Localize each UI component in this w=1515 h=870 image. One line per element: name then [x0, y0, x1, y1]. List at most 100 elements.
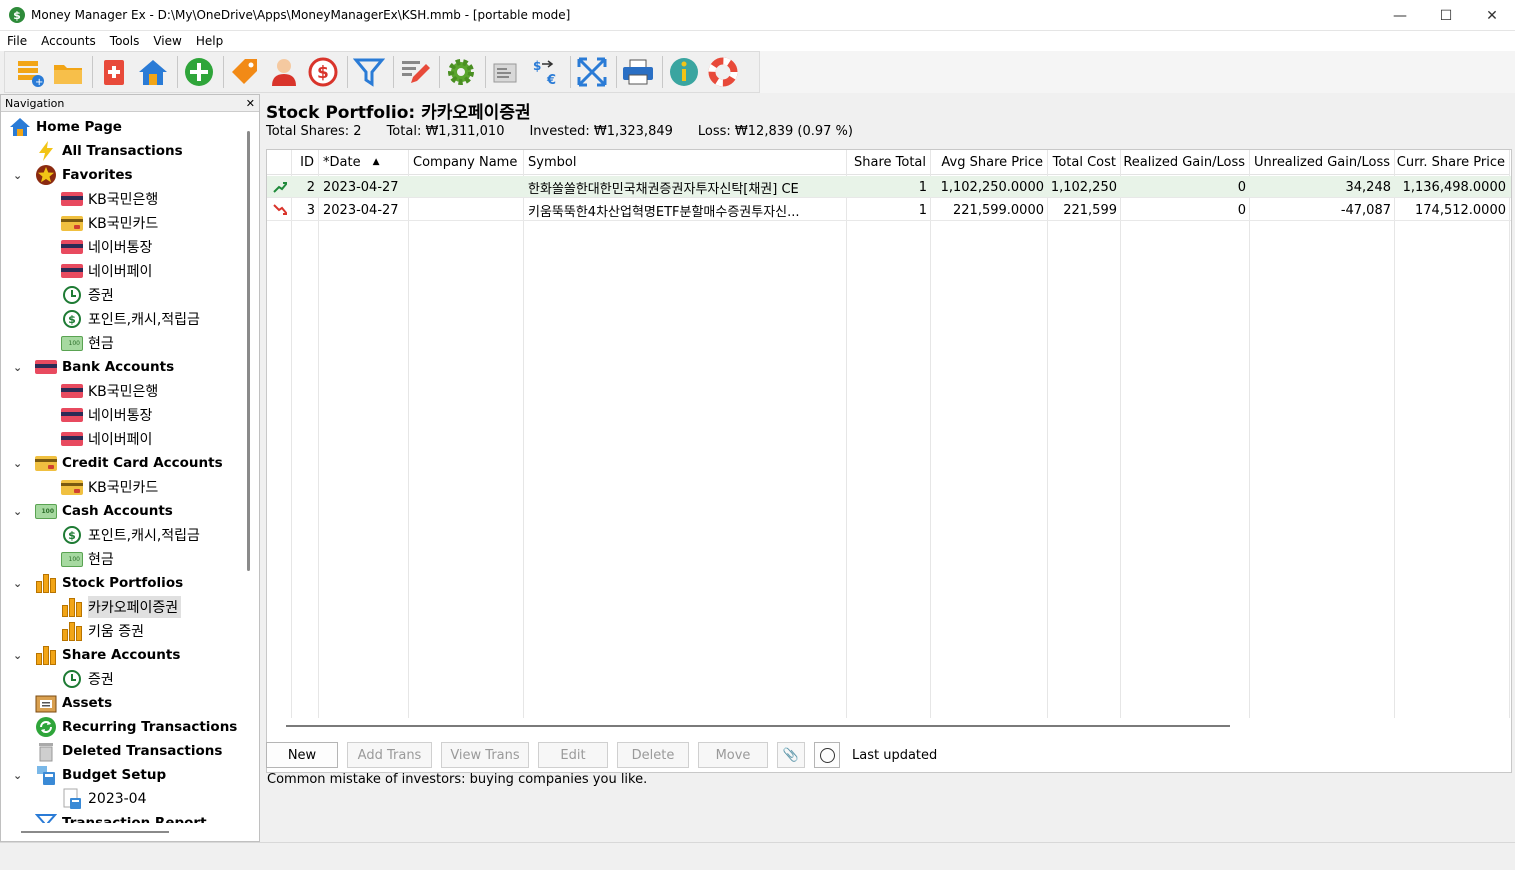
navigation-vertical-scrollbar[interactable] [247, 131, 250, 571]
edit-button[interactable]: Edit [538, 742, 608, 768]
nav-item[interactable]: 100 현금 [61, 331, 117, 355]
currency-dollar-icon[interactable]: $ [305, 54, 341, 90]
toolbar-separator [662, 56, 663, 88]
filter-icon [35, 812, 57, 823]
nav-item[interactable]: KB국민카드 [61, 211, 161, 235]
view-trans-button[interactable]: View Trans [441, 742, 529, 768]
chevron-down-icon[interactable]: ⌄ [13, 361, 23, 374]
menu-tools[interactable]: Tools [103, 34, 147, 48]
nav-item[interactable]: ⌄ Bank Accounts [13, 355, 177, 379]
nav-item[interactable]: KB국민카드 [61, 475, 161, 499]
toolbar-separator [347, 56, 348, 88]
nav-item[interactable]: 증권 [61, 667, 117, 691]
close-window-button[interactable]: ✕ [1469, 0, 1515, 31]
nav-item[interactable]: 네이버통장 [61, 235, 155, 259]
minimize-button[interactable]: — [1377, 0, 1423, 31]
column-header[interactable]: Company Name [409, 150, 524, 175]
open-folder-icon[interactable] [50, 54, 86, 90]
fullscreen-icon[interactable] [574, 54, 610, 90]
nav-item[interactable]: ⌄ Credit Card Accounts [13, 451, 226, 475]
nav-item[interactable]: $ 포인트,캐시,적립금 [61, 307, 203, 331]
edit-pencil-icon[interactable] [397, 54, 433, 90]
nav-item[interactable]: Transaction Report [35, 811, 210, 823]
toolbar-empty-area [760, 51, 1515, 93]
nav-item[interactable]: 네이버페이 [61, 259, 155, 283]
close-navigation-button[interactable]: ✕ [246, 97, 255, 110]
add-transaction-icon[interactable] [181, 54, 217, 90]
menu-view[interactable]: View [146, 34, 188, 48]
bank-card-icon [61, 380, 83, 402]
nav-item[interactable]: Assets [35, 691, 115, 715]
chevron-down-icon[interactable]: ⌄ [13, 505, 23, 518]
report-icon[interactable] [489, 54, 525, 90]
nav-item[interactable]: KB국민은행 [61, 187, 161, 211]
refresh-button[interactable] [814, 742, 840, 768]
table-cell: 1,102,250.0000 [940, 179, 1044, 195]
column-header[interactable]: Curr. Share Price [1395, 150, 1510, 175]
grid-horizontal-scrollbar[interactable] [286, 725, 1230, 727]
column-header[interactable]: Avg Share Price [931, 150, 1048, 175]
currency-exchange-icon[interactable]: $ € [528, 54, 564, 90]
column-header[interactable]: Share Total [847, 150, 931, 175]
column-header-label: Total Cost [1052, 154, 1116, 170]
nav-item[interactable]: Deleted Transactions [35, 739, 225, 763]
new-database-icon[interactable]: + [11, 54, 47, 90]
nav-item[interactable]: KB국민은행 [61, 379, 161, 403]
column-header[interactable]: Realized Gain/Loss [1121, 150, 1250, 175]
nav-item[interactable]: ⌄ Budget Setup [13, 763, 169, 787]
column-header[interactable]: ID [292, 150, 319, 175]
nav-item[interactable]: 2023-04 [61, 787, 150, 811]
nav-item[interactable]: ⌄ Stock Portfolios [13, 571, 186, 595]
nav-item[interactable]: 네이버통장 [61, 403, 155, 427]
print-icon[interactable] [620, 54, 656, 90]
column-header[interactable]: *Date ▲ [319, 150, 409, 175]
menu-accounts[interactable]: Accounts [34, 34, 103, 48]
menu-help[interactable]: Help [189, 34, 230, 48]
nav-item[interactable]: ⌄ 100 Cash Accounts [13, 499, 176, 523]
column-header[interactable]: Symbol [524, 150, 847, 175]
nav-item[interactable]: 네이버페이 [61, 427, 155, 451]
nav-item[interactable]: Recurring Transactions [35, 715, 240, 739]
column-header[interactable]: Unrealized Gain/Loss [1250, 150, 1395, 175]
column-header-trend[interactable] [267, 150, 292, 175]
stock-bars-icon [35, 644, 57, 666]
chevron-down-icon[interactable]: ⌄ [13, 169, 23, 182]
cash-icon: 100 [61, 332, 83, 354]
home-icon[interactable] [135, 54, 171, 90]
filter-icon[interactable] [351, 54, 387, 90]
category-tag-icon[interactable] [227, 54, 263, 90]
nav-item-label: 네이버통장 [88, 240, 153, 256]
nav-item[interactable]: ⌄ Favorites [13, 163, 136, 187]
column-header[interactable]: Total Cost [1048, 150, 1121, 175]
payee-person-icon[interactable] [266, 54, 302, 90]
chevron-down-icon[interactable]: ⌄ [13, 649, 23, 662]
settings-gear-icon[interactable] [443, 54, 479, 90]
menu-file[interactable]: File [0, 34, 34, 48]
add-trans-button[interactable]: Add Trans [347, 742, 432, 768]
new-button[interactable]: New [266, 742, 338, 768]
nav-item[interactable]: $ 포인트,캐시,적립금 [61, 523, 203, 547]
new-account-icon[interactable] [96, 54, 132, 90]
column-header-label: Curr. Share Price [1396, 154, 1505, 170]
attachment-icon[interactable]: 📎 [777, 742, 805, 768]
delete-button[interactable]: Delete [617, 742, 689, 768]
nav-item[interactable]: 키움 증권 [61, 619, 147, 643]
nav-item[interactable]: ⌄ Share Accounts [13, 643, 183, 667]
last-updated-label: Last updated [852, 747, 938, 763]
nav-item[interactable]: All Transactions [35, 139, 186, 163]
nav-item[interactable]: 카카오페이증권 [61, 595, 182, 619]
svg-text:€: € [546, 73, 556, 88]
maximize-button[interactable]: ☐ [1423, 0, 1469, 31]
nav-item[interactable]: 증권 [61, 283, 117, 307]
move-button[interactable]: Move [698, 742, 768, 768]
nav-item[interactable]: Home Page [9, 115, 125, 139]
info-icon[interactable] [666, 54, 702, 90]
total-shares: Total Shares: 2 [266, 124, 362, 139]
help-lifebuoy-icon[interactable] [705, 54, 741, 90]
portfolio-summary: Total Shares: 2 Total: ₩1,311,010 Invest… [266, 124, 878, 139]
navigation-horizontal-scrollbar[interactable] [21, 831, 169, 833]
chevron-down-icon[interactable]: ⌄ [13, 769, 23, 782]
chevron-down-icon[interactable]: ⌄ [13, 577, 23, 590]
chevron-down-icon[interactable]: ⌄ [13, 457, 23, 470]
nav-item[interactable]: 100 현금 [61, 547, 117, 571]
